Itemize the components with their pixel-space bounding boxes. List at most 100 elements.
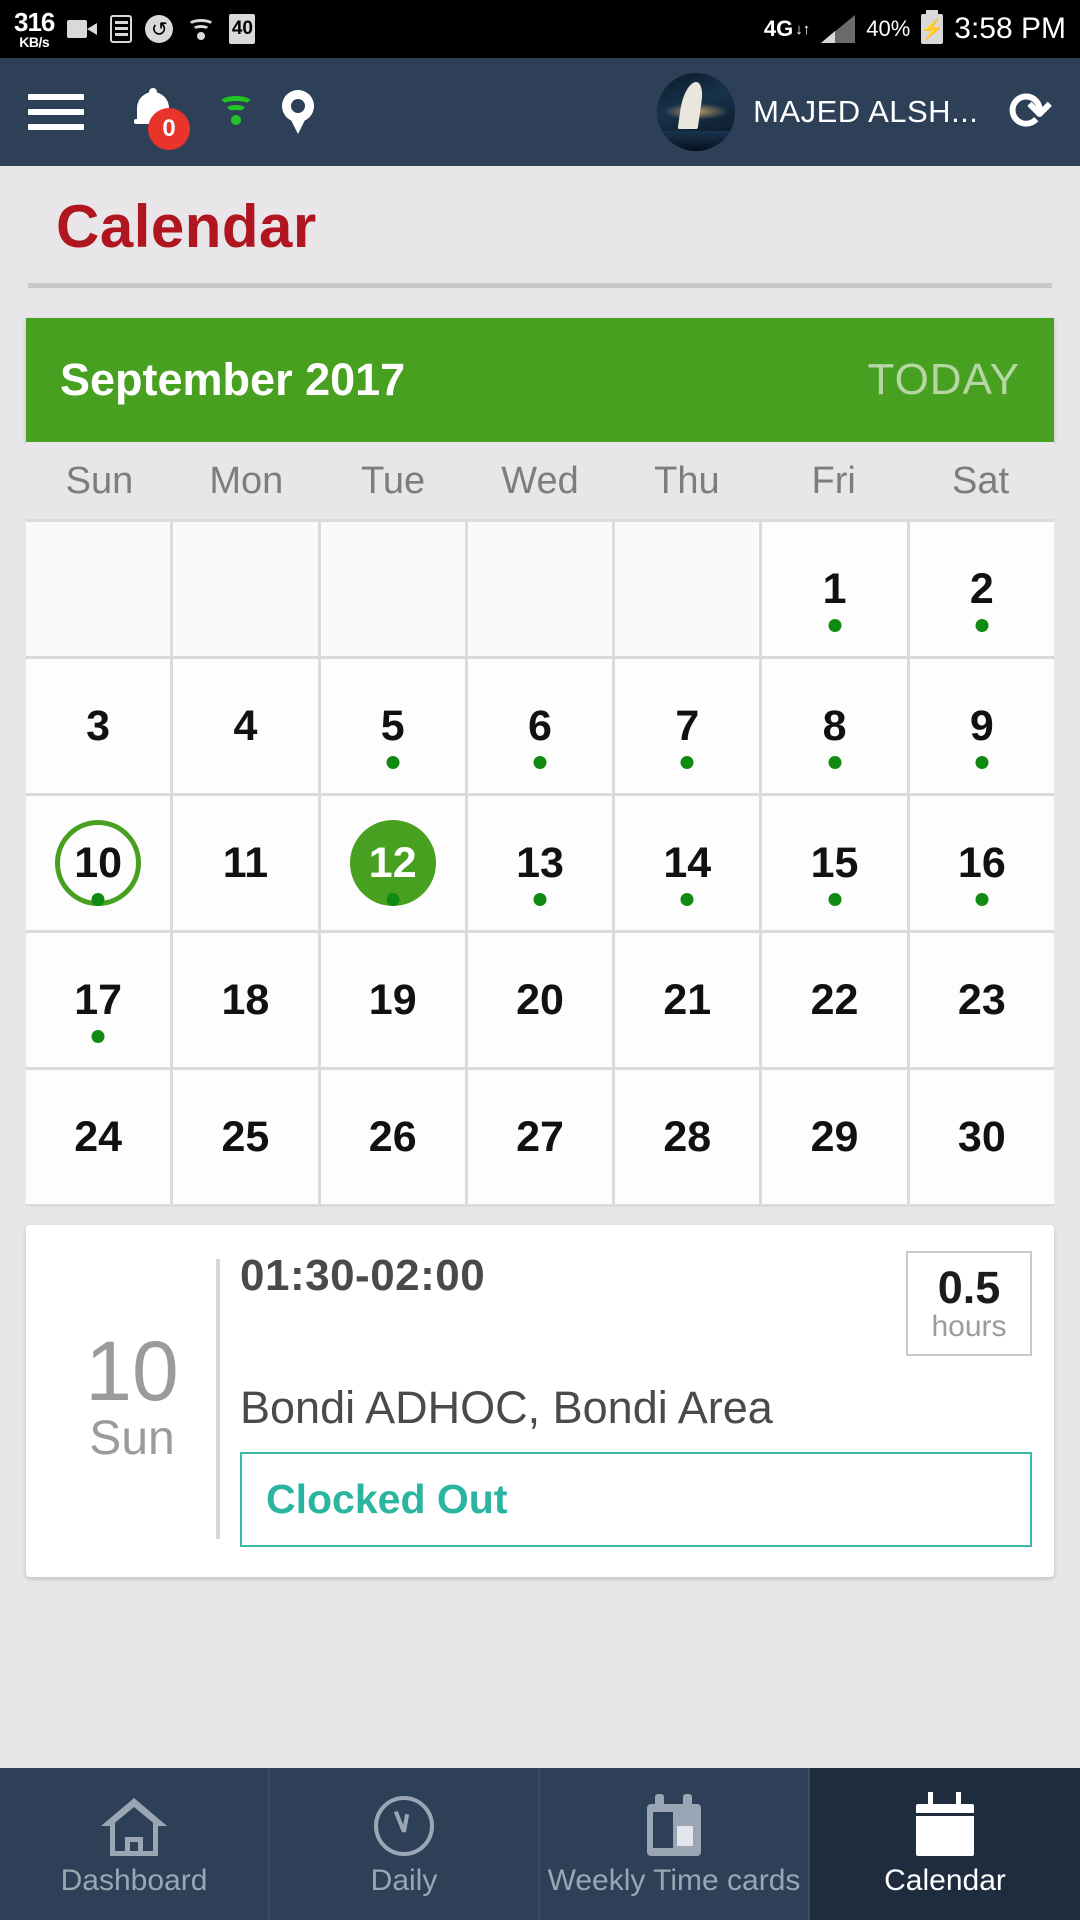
event-hours-label: hours	[931, 1310, 1007, 1343]
sync-icon: ↺	[145, 15, 174, 43]
nav-item-calendar[interactable]: Calendar	[810, 1768, 1080, 1920]
calendar-day-13[interactable]: 13	[467, 796, 613, 930]
weekday-header: Sun Mon Tue Wed Thu Fri Sat	[26, 442, 1054, 519]
day-number: 9	[969, 701, 994, 750]
day-number: 4	[233, 701, 258, 750]
day-number: 25	[221, 1112, 270, 1161]
calendar-grid: 1 2 3 4 5 6 7 8 9 10 11 12 13 14 15 16 17 18 19 20 21 22 23 24 2…	[26, 519, 1054, 1207]
event-details: 01:30-02:00 0.5 hours Bondi ADHOC, Bondi…	[240, 1251, 1032, 1547]
event-weekday: Sun	[89, 1412, 175, 1466]
calendar-day-11[interactable]: 11	[173, 796, 318, 930]
calendar-day-9[interactable]: 9	[909, 659, 1054, 793]
day-number: 11	[222, 838, 269, 887]
event-location: Bondi ADHOC, Bondi Area	[240, 1382, 773, 1433]
event-dot-icon	[680, 893, 694, 906]
event-card[interactable]: 10 Sun 01:30-02:00 0.5 hours Bondi ADHOC…	[26, 1225, 1054, 1577]
calendar-day-1[interactable]: 1	[762, 522, 907, 656]
nav-item-weekly-time-cards[interactable]: Weekly Time cards	[540, 1768, 810, 1920]
calendar-cell-empty	[320, 522, 465, 656]
day-number: 5	[380, 701, 405, 750]
event-dot-icon	[91, 893, 105, 906]
calendar-day-3[interactable]: 3	[26, 659, 171, 793]
calendar-day-16[interactable]: 16	[909, 796, 1054, 930]
day-number: 15	[810, 838, 859, 887]
calendar-day-19[interactable]: 19	[320, 933, 465, 1067]
calendar-day-18[interactable]: 18	[173, 933, 318, 1067]
day-number: 28	[663, 1112, 712, 1161]
status-bar-right: 4G ↓↑ 40% ⚡ 3:58 PM	[764, 10, 1066, 46]
wifi-status-icon[interactable]	[216, 96, 256, 128]
calendar-day-5[interactable]: 5	[320, 659, 465, 793]
calendar-day-6[interactable]: 6	[467, 659, 613, 793]
day-number: 2	[969, 564, 994, 613]
event-dot-icon	[975, 756, 989, 769]
calendar-day-20[interactable]: 20	[467, 933, 613, 1067]
calendar-day-27[interactable]: 27	[467, 1070, 613, 1204]
day-number: 1	[822, 564, 847, 613]
day-number: 29	[810, 1112, 859, 1161]
weekday-label-fri: Fri	[811, 460, 856, 502]
calendar-day-30[interactable]: 30	[909, 1070, 1054, 1204]
day-number: 7	[675, 701, 700, 750]
calendar-day-22[interactable]: 22	[762, 933, 907, 1067]
event-divider	[216, 1259, 220, 1539]
event-dot-icon	[828, 619, 842, 632]
calendar-day-10[interactable]: 10	[26, 796, 171, 930]
status-bar: 316 KB/s ↺ 40 4G ↓↑ 40% ⚡ 3:58 PM	[0, 0, 1080, 58]
event-status-box[interactable]: Clocked Out	[240, 1452, 1032, 1547]
calendar-day-2[interactable]: 2	[909, 522, 1054, 656]
nav-item-label: Daily	[370, 1864, 438, 1897]
calendar-cell-empty	[26, 522, 171, 656]
status-bar-clock: 3:58 PM	[954, 12, 1066, 45]
nav-item-dashboard[interactable]: Dashboard	[0, 1768, 270, 1920]
event-top-row: 01:30-02:00 0.5 hours	[240, 1251, 1032, 1356]
day-number: 22	[810, 975, 859, 1024]
event-hours-value: 0.5	[937, 1262, 1001, 1313]
calendar-cell-empty	[173, 522, 318, 656]
day-number: 20	[516, 975, 564, 1024]
calendar-day-25[interactable]: 25	[173, 1070, 318, 1204]
calendar-day-12[interactable]: 12	[320, 796, 465, 930]
refresh-icon[interactable]: ⟳	[1008, 86, 1052, 138]
user-profile[interactable]: MAJED ALSH...	[657, 73, 978, 151]
day-number: 24	[74, 1112, 123, 1161]
calendar-day-7[interactable]: 7	[615, 659, 760, 793]
calendar-day-4[interactable]: 4	[173, 659, 318, 793]
battery-charging-icon: ⚡	[920, 10, 945, 44]
calendar-day-23[interactable]: 23	[909, 933, 1054, 1067]
nav-item-daily[interactable]: Daily	[270, 1768, 540, 1920]
network-speed-indicator: 316 KB/s	[14, 7, 55, 50]
day-number: 14	[663, 838, 712, 887]
calendar-day-21[interactable]: 21	[615, 933, 760, 1067]
today-button[interactable]: TODAY	[867, 355, 1020, 405]
notifications-button[interactable]: 0	[126, 82, 190, 150]
calendar-day-24[interactable]: 24	[26, 1070, 171, 1204]
calendar-icon	[916, 1790, 974, 1856]
event-hours-box: 0.5 hours	[906, 1251, 1032, 1356]
calendar-day-29[interactable]: 29	[762, 1070, 907, 1204]
avatar[interactable]	[657, 73, 736, 151]
calendar-container: September 2017 TODAY Sun Mon Tue Wed Thu Fri S…	[0, 288, 1080, 1207]
event-card-container: 10 Sun 01:30-02:00 0.5 hours Bondi ADHOC…	[0, 1207, 1080, 1577]
battery-percent-label: 40%	[866, 16, 911, 41]
calendar-cell-empty	[467, 522, 613, 656]
network-speed-value: 316	[14, 7, 55, 37]
calendar-day-8[interactable]: 8	[762, 659, 907, 793]
hamburger-menu-icon[interactable]	[28, 94, 84, 130]
day-number: 3	[86, 701, 111, 750]
day-number: 27	[516, 1112, 564, 1161]
bottom-navigation: Dashboard Daily Weekly Time cards Calendar	[0, 1768, 1080, 1920]
day-number: 6	[528, 701, 552, 750]
calendar-day-14[interactable]: 14	[615, 796, 760, 930]
network-speed-unit: KB/s	[19, 34, 50, 50]
weekday-label-tue: Tue	[361, 460, 426, 502]
weekday-label-thu: Thu	[654, 460, 720, 502]
calendar-day-15[interactable]: 15	[762, 796, 907, 930]
list-icon	[110, 15, 133, 43]
calendar-day-28[interactable]: 28	[615, 1070, 760, 1204]
calendar-day-17[interactable]: 17	[26, 933, 171, 1067]
calendar-day-26[interactable]: 26	[320, 1070, 465, 1204]
location-pin-icon[interactable]	[282, 90, 314, 134]
event-dot-icon	[533, 893, 547, 906]
event-dot-icon	[533, 756, 547, 769]
